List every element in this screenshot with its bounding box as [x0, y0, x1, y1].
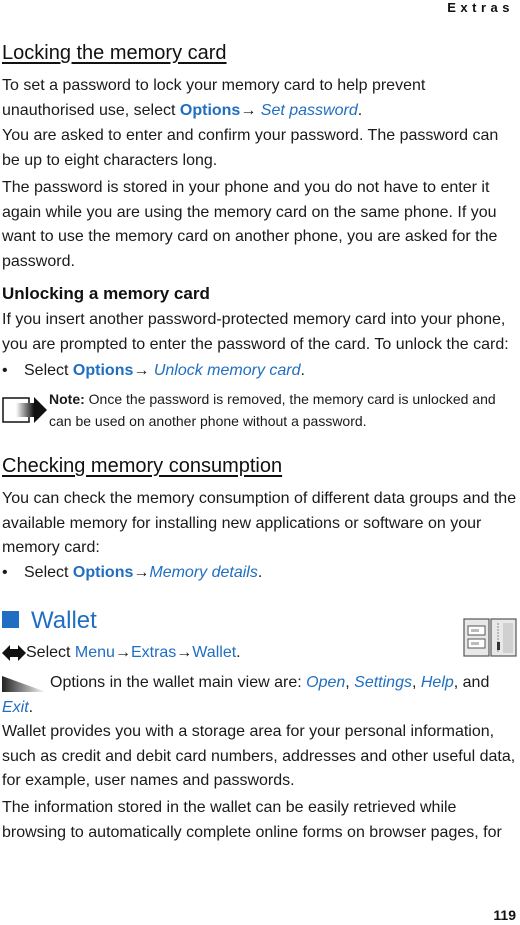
memory-details-command: Memory details	[149, 564, 258, 581]
wallet-app-icon	[463, 618, 517, 657]
option-open: Open	[306, 674, 346, 691]
note-arrow-icon	[2, 397, 47, 423]
arrow: →	[240, 101, 261, 119]
note-password-removed: Note: Once the password is removed, the …	[49, 389, 519, 432]
text: .	[300, 362, 305, 379]
text: Options in the wallet main view are:	[50, 674, 307, 691]
heading-locking-memory-card: Locking the memory card	[2, 42, 227, 64]
note-label: Note:	[49, 391, 85, 407]
paragraph-checking-intro: You can check the memory consumption of …	[2, 490, 517, 556]
extras-link: Extras	[130, 644, 177, 661]
scroll-left-right-icon	[2, 645, 26, 661]
set-password-command: Set password	[260, 101, 358, 119]
bullet-unlock-memory-card: • Select Options→ Unlock memory card.	[2, 359, 305, 383]
paragraph-wallet-storage: Wallet provides you with a storage area …	[2, 723, 516, 789]
paragraph-wallet-options: Options in the wallet main view are: Ope…	[2, 671, 520, 720]
paragraph-wallet-retrieval: The information stored in the wallet can…	[2, 799, 502, 841]
running-header: Extras	[447, 0, 514, 15]
section-square-icon	[2, 611, 19, 628]
heading-unlocking-memory-card: Unlocking a memory card	[2, 284, 210, 303]
paragraph-password-length: You are asked to enter and confirm your …	[2, 127, 499, 169]
text: .	[236, 644, 241, 661]
arrow: →	[176, 644, 193, 661]
paragraph-locking-intro: To set a password to lock your memory ca…	[2, 74, 520, 123]
options-link: Options	[72, 362, 134, 379]
text: Select	[26, 644, 75, 661]
wallet-menu-path: Select Menu→Extras→Wallet.	[26, 641, 241, 665]
menu-link: Menu	[74, 644, 115, 661]
heading-wallet: Wallet	[2, 607, 97, 635]
text: , and	[453, 674, 490, 691]
arrow: →	[133, 564, 150, 581]
note-text: Once the password is removed, the memory…	[49, 391, 496, 429]
page-number: 119	[493, 907, 516, 923]
arrow: →	[133, 362, 154, 379]
text: Select	[24, 564, 73, 581]
option-settings: Settings	[354, 674, 412, 691]
text: ,	[411, 674, 421, 691]
bullet-dot: •	[2, 362, 8, 379]
option-exit: Exit	[2, 698, 29, 716]
options-link: Options	[72, 564, 134, 581]
text: .	[28, 698, 34, 716]
bullet-memory-details: • Select Options→Memory details.	[2, 561, 262, 585]
text: Select	[24, 362, 73, 379]
paragraph-password-stored: The password is stored in your phone and…	[2, 179, 498, 270]
bullet-dot: •	[2, 564, 8, 581]
text: .	[357, 101, 363, 119]
unlock-memory-card-command: Unlock memory card	[153, 362, 301, 379]
wallet-title-text: Wallet	[31, 607, 97, 634]
options-link: Options	[179, 101, 241, 119]
paragraph-unlocking-intro: If you insert another password-protected…	[2, 311, 509, 353]
option-help: Help	[420, 674, 454, 691]
heading-checking-memory-consumption: Checking memory consumption	[2, 455, 283, 477]
text: .	[257, 564, 263, 581]
wallet-link: Wallet	[192, 644, 237, 661]
arrow: →	[114, 644, 131, 661]
text: ,	[345, 674, 355, 691]
